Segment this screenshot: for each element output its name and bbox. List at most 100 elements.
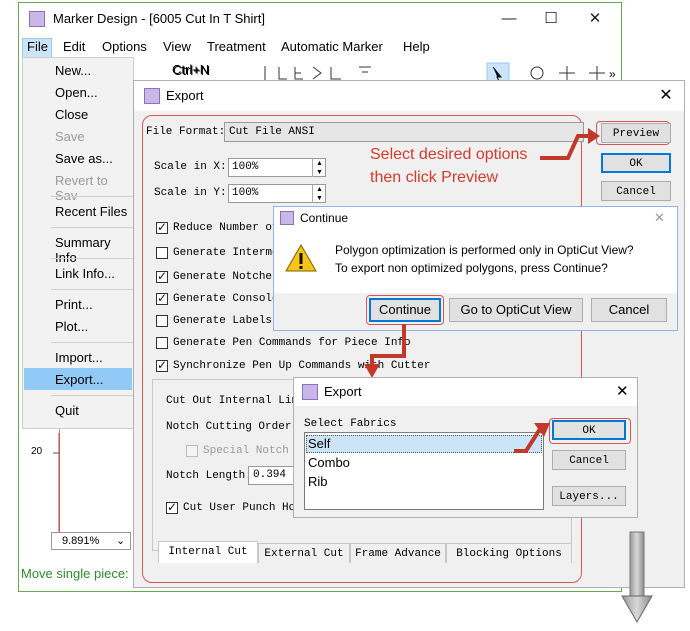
cancel-button[interactable]: Cancel (552, 450, 626, 470)
generate-labels-checkbox[interactable] (156, 315, 168, 327)
synchronize-pen-up-checkbox[interactable] (156, 358, 168, 372)
menu-item-import[interactable]: Import... (55, 350, 103, 365)
scale-y-label: Scale in Y: (154, 187, 227, 199)
menu-item-print[interactable]: Print... (55, 297, 93, 312)
menu-view[interactable]: View (163, 39, 191, 54)
maximize-button[interactable]: ☐ (531, 7, 571, 31)
tab-strip: Internal Cut External Cut Frame Advance … (152, 541, 572, 565)
ruler-number: 20 (31, 446, 43, 457)
list-item-rib[interactable]: Rib (308, 474, 328, 489)
menu-item-link-info[interactable]: Link Info... (55, 266, 115, 281)
file-menu: New... Ctrl+N Open... Close Save Save as… (22, 57, 210, 429)
export-dialog-title-bar: Export ✕ (134, 81, 684, 111)
annotation-arrow-icon (514, 423, 550, 453)
menu-treatment[interactable]: Treatment (207, 39, 266, 54)
notch-length-value: 0.394 (253, 469, 287, 481)
annotation-line-2: then click Preview (370, 169, 499, 186)
menu-options[interactable]: Options (102, 39, 147, 54)
go-to-opticut-view-button[interactable]: Go to OptiCut View (449, 298, 583, 322)
menu-edit[interactable]: Edit (63, 39, 85, 54)
annotation-frame-ok (549, 418, 631, 444)
cancel-button[interactable]: Cancel (601, 181, 671, 201)
tab-external-cut[interactable]: External Cut (258, 543, 350, 563)
close-button[interactable]: ✕ (654, 84, 678, 108)
generate-intermediate-label: Generate Interme (173, 247, 279, 259)
zoom-value: 9.891% (62, 535, 100, 547)
cancel-button[interactable]: Cancel (591, 298, 667, 322)
export-fabrics-dialog: Export ✕ Select Fabrics Self Combo Rib O… (293, 377, 638, 518)
app-icon (29, 11, 45, 27)
continue-title-bar: Continue ✕ (274, 207, 677, 231)
tab-frame-advance[interactable]: Frame Advance (350, 543, 446, 563)
zoom-field[interactable]: 9.891% ⌄ (51, 532, 131, 550)
list-item-self[interactable]: Self (308, 436, 330, 451)
generate-console-checkbox[interactable] (156, 291, 168, 305)
preview-button[interactable]: Preview (601, 123, 671, 143)
generate-labels-label: Generate Labels (173, 315, 273, 327)
menu-separator (51, 395, 135, 396)
select-fabrics-label: Select Fabrics (304, 418, 397, 430)
spin-arrows-icon[interactable]: ▲ ▼ (312, 185, 326, 203)
reduce-number-label: Reduce Number of (173, 222, 279, 234)
menu-separator (51, 227, 135, 228)
scale-x-input[interactable]: 100% ▲ ▼ (228, 158, 326, 177)
list-item-combo[interactable]: Combo (308, 455, 350, 470)
reduce-number-checkbox[interactable] (156, 220, 168, 234)
fabrics-list[interactable]: Self Combo Rib (304, 432, 544, 510)
close-button[interactable]: ✕ (654, 210, 665, 226)
window-title: Marker Design - [6005 Cut In T Shirt] (53, 11, 265, 26)
continue-dialog: Continue ✕ Polygon optimization is perfo… (273, 206, 678, 331)
list-selection (306, 435, 542, 453)
notch-length-label: Notch Length: (166, 470, 252, 482)
menu-bar: File Edit Options View Treatment Automat… (19, 37, 621, 59)
menu-item-close[interactable]: Close (55, 107, 88, 122)
app-icon (280, 211, 294, 225)
menu-separator (51, 196, 135, 197)
menu-separator (51, 342, 135, 343)
close-button[interactable]: ✕ (575, 7, 615, 31)
scale-x-value: 100% (232, 161, 259, 173)
tab-internal-cut[interactable]: Internal Cut (158, 541, 258, 563)
menu-item-save-as[interactable]: Save as... (55, 151, 113, 166)
minimize-button[interactable]: — (489, 7, 529, 31)
chevron-down-icon[interactable]: ⌄ (116, 534, 125, 547)
export-dialog-title: Export (166, 88, 204, 103)
cut-user-punch-checkbox[interactable] (166, 500, 178, 514)
generate-notches-checkbox[interactable] (156, 269, 168, 283)
close-button[interactable]: ✕ (616, 382, 629, 400)
toolbar-overflow-icon[interactable]: » (609, 67, 616, 81)
menu-item-quit[interactable]: Quit (55, 403, 79, 418)
menu-item-summary-info[interactable]: Summary Info (55, 235, 133, 265)
menu-automatic-marker[interactable]: Automatic Marker (281, 39, 383, 54)
continue-message-line-2: To export non optimized polygons, press … (335, 261, 608, 275)
status-text: Move single piece: (21, 566, 129, 581)
menu-item-export[interactable]: Export... (55, 372, 103, 387)
generate-console-label: Generate Console (173, 293, 279, 305)
cut-user-punch-label: Cut User Punch Hol (183, 502, 302, 514)
generate-pen-commands-checkbox[interactable] (156, 337, 168, 349)
down-arrow-icon (621, 531, 653, 624)
special-notch-checkbox[interactable] (186, 445, 198, 457)
menu-item-save[interactable]: Save (55, 129, 85, 144)
menu-item-plot[interactable]: Plot... (55, 319, 88, 334)
special-notch-label: Special Notch T (203, 445, 303, 457)
menu-item-revert[interactable]: Revert to Sav (55, 173, 133, 203)
menu-help[interactable]: Help (403, 39, 430, 54)
menu-item-new[interactable]: New... (55, 63, 91, 78)
menu-item-new-shortcut-visible: Ctrl+N (172, 62, 210, 77)
ok-button[interactable]: OK (601, 153, 671, 173)
notch-cutting-order-label: Notch Cutting Order: (166, 421, 299, 433)
notch-length-input[interactable]: 0.394 (248, 466, 298, 485)
export-fabrics-title: Export (324, 384, 362, 399)
menu-file[interactable]: File (27, 39, 48, 54)
spin-arrows-icon[interactable]: ▲ ▼ (312, 159, 326, 177)
generate-intermediate-checkbox[interactable] (156, 247, 168, 259)
layers-button[interactable]: Layers... (552, 486, 626, 506)
scale-x-label: Scale in X: (154, 161, 227, 173)
menu-item-open[interactable]: Open... (55, 85, 98, 100)
generate-notches-label: Generate Notches (173, 271, 279, 283)
menu-separator (51, 289, 135, 290)
menu-item-recent-files[interactable]: Recent Files (55, 204, 127, 219)
tab-blocking-options[interactable]: Blocking Options (446, 543, 572, 563)
scale-y-input[interactable]: 100% ▲ ▼ (228, 184, 326, 203)
